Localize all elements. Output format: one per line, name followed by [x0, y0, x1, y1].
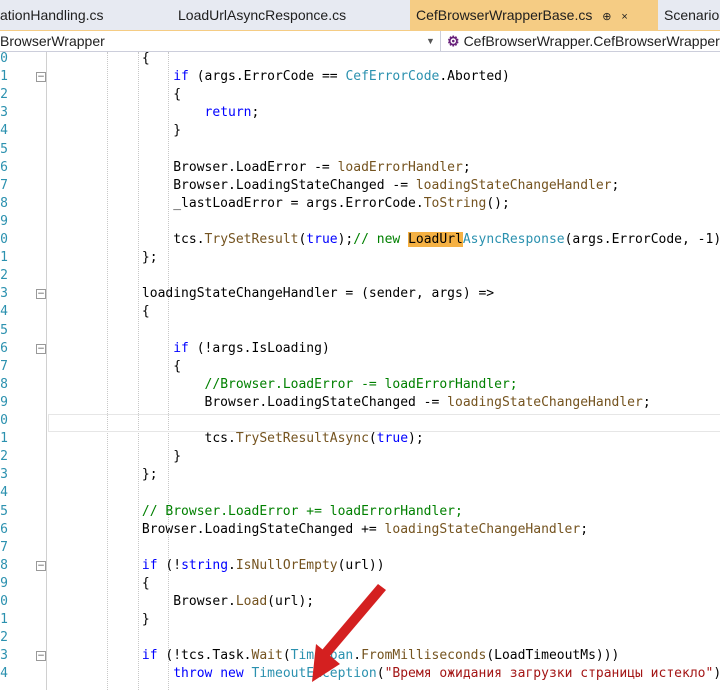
red-arrow-annotation: [312, 584, 386, 682]
